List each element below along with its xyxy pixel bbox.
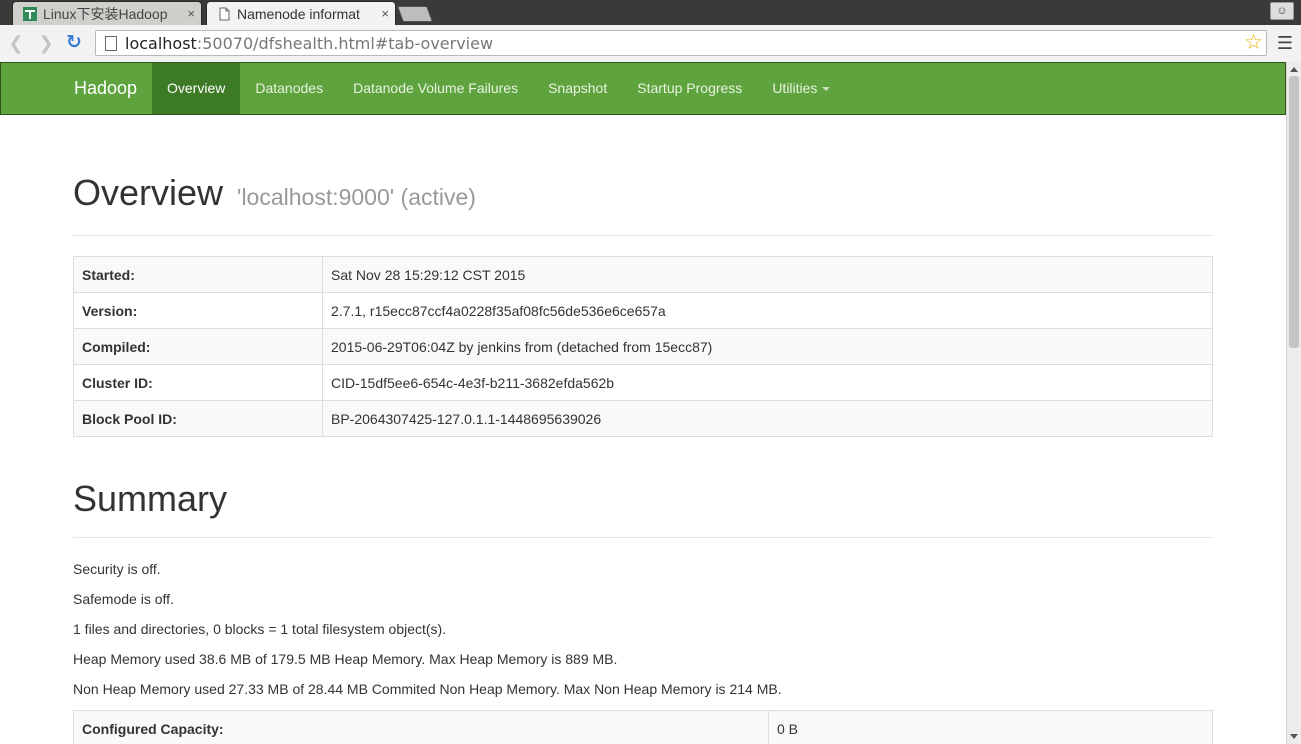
reload-icon[interactable]: ↻ [63,32,85,54]
nav-links: Overview Datanodes Datanode Volume Failu… [152,63,845,114]
browser-tab-title: Namenode informat [237,5,360,22]
nav-datanode-volume-failures[interactable]: Datanode Volume Failures [338,63,533,114]
page-subtitle: 'localhost:9000' (active) [237,184,476,210]
browser-tab-1[interactable]: Linux下安装Hadoop × [12,1,202,25]
bookmark-star-icon[interactable]: ☆ [1244,31,1263,55]
scrollbar-thumb[interactable] [1289,76,1299,348]
table-row: Configured Capacity: 0 B [73,710,1213,744]
summary-line: Security is off. [73,561,161,577]
table-row: Block Pool ID: BP-2064307425-127.0.1.1-1… [73,400,1213,437]
table-row: Compiled: 2015-06-29T06:04Z by jenkins f… [73,328,1213,365]
address-bar[interactable]: localhost:50070/dfshealth.html#tab-overv… [95,30,1267,56]
forward-arrow-icon[interactable]: ❯ [35,32,57,54]
summary-line: Non Heap Memory used 27.33 MB of 28.44 M… [73,681,782,697]
row-key: Started: [73,256,323,293]
address-url[interactable]: localhost:50070/dfshealth.html#tab-overv… [125,34,493,53]
nav-startup-progress[interactable]: Startup Progress [622,63,757,114]
table-row: Started: Sat Nov 28 15:29:12 CST 2015 [73,256,1213,293]
page-viewport: Hadoop Overview Datanodes Datanode Volum… [0,62,1286,744]
nav-utilities[interactable]: Utilities [757,63,845,114]
row-key: Compiled: [73,328,323,365]
table-row: Version: 2.7.1, r15ecc87ccf4a0228f35af08… [73,292,1213,329]
row-value: CID-15df5ee6-654c-4e3f-b211-3682efda562b [322,364,1213,401]
nav-utilities-label: Utilities [772,80,818,96]
close-tab-icon[interactable]: × [381,6,389,21]
scroll-up-arrow-icon[interactable] [1290,67,1298,72]
main-content: Overview 'localhost:9000' (active) Start… [73,115,1213,744]
summary-title: Summary [73,478,228,519]
row-value: 2015-06-29T06:04Z by jenkins from (detac… [322,328,1213,365]
overview-table: Started: Sat Nov 28 15:29:12 CST 2015 Ve… [73,256,1213,437]
summary-line: 1 files and directories, 0 blocks = 1 to… [73,621,447,637]
row-value: 2.7.1, r15ecc87ccf4a0228f35af08fc56de536… [322,292,1213,329]
new-tab-button[interactable] [397,6,433,22]
row-key: Configured Capacity: [73,710,769,744]
browser-toolbar: ❮ ❯ ↻ localhost:50070/dfshealth.html#tab… [0,25,1301,63]
nav-snapshot[interactable]: Snapshot [533,63,622,114]
row-key: Version: [73,292,323,329]
browser-tab-strip: Linux下安装Hadoop × Namenode informat × ☺ [0,0,1301,25]
table-row: Cluster ID: CID-15df5ee6-654c-4e3f-b211-… [73,364,1213,401]
hadoop-navbar: Hadoop Overview Datanodes Datanode Volum… [0,62,1286,115]
vertical-scrollbar[interactable] [1286,62,1301,744]
summary-line: Heap Memory used 38.6 MB of 179.5 MB Hea… [73,651,618,667]
profile-icon[interactable]: ☺ [1270,2,1294,20]
row-value: Sat Nov 28 15:29:12 CST 2015 [322,256,1213,293]
overview-header: Overview 'localhost:9000' (active) [73,173,1213,236]
row-key: Cluster ID: [73,364,323,401]
page-icon [105,35,117,51]
site-favicon-icon [23,6,37,21]
close-tab-icon[interactable]: × [187,6,195,21]
menu-icon[interactable]: ☰ [1275,32,1295,54]
page-title: Overview 'localhost:9000' (active) [73,172,476,213]
summary-header: Summary [73,479,1213,538]
capacity-table: Configured Capacity: 0 B [73,710,1213,744]
row-key: Block Pool ID: [73,400,323,437]
nav-datanodes[interactable]: Datanodes [240,63,338,114]
browser-tab-2[interactable]: Namenode informat × [206,1,396,25]
brand-link[interactable]: Hadoop [74,63,137,114]
browser-tab-title: Linux下安装Hadoop [43,5,168,22]
row-value: BP-2064307425-127.0.1.1-1448695639026 [322,400,1213,437]
scroll-down-arrow-icon[interactable] [1290,734,1298,739]
summary-lines: Security is off. Safemode is off. 1 file… [73,560,1213,698]
row-value: 0 B [768,710,1213,744]
page-icon [219,7,230,20]
back-arrow-icon[interactable]: ❮ [5,32,27,54]
nav-overview[interactable]: Overview [152,63,241,114]
summary-line: Safemode is off. [73,591,174,607]
caret-down-icon [822,87,831,92]
